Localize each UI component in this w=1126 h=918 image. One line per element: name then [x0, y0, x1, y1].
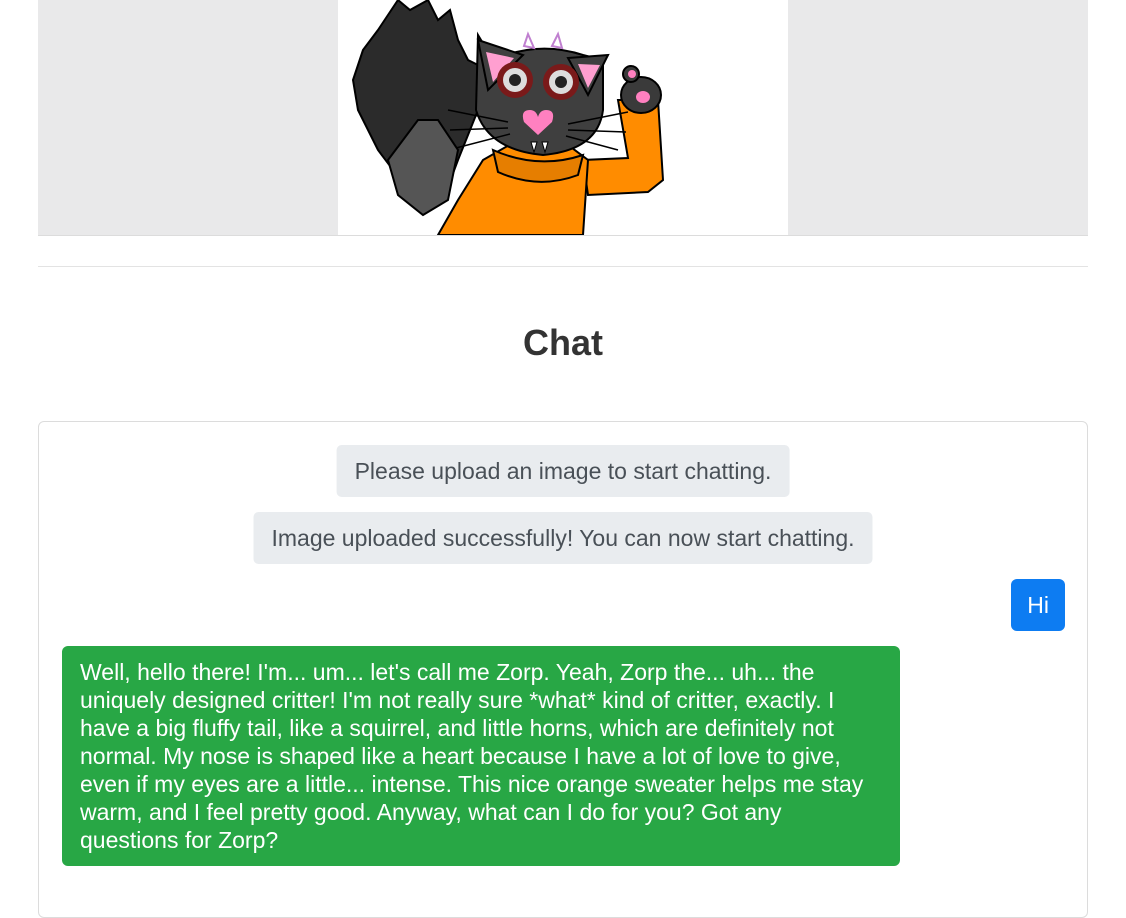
uploaded-image-panel [38, 0, 1088, 236]
user-message: Hi [1011, 579, 1065, 631]
chat-messages-panel[interactable]: Please upload an image to start chatting… [38, 421, 1088, 918]
section-divider [38, 266, 1088, 267]
uploaded-image [338, 0, 788, 235]
system-message: Please upload an image to start chatting… [336, 445, 790, 497]
bot-message: Well, hello there! I'm... um... let's ca… [62, 646, 900, 866]
system-message: Image uploaded successfully! You can now… [253, 512, 873, 564]
chat-title: Chat [523, 322, 603, 363]
critter-illustration [351, 0, 665, 235]
